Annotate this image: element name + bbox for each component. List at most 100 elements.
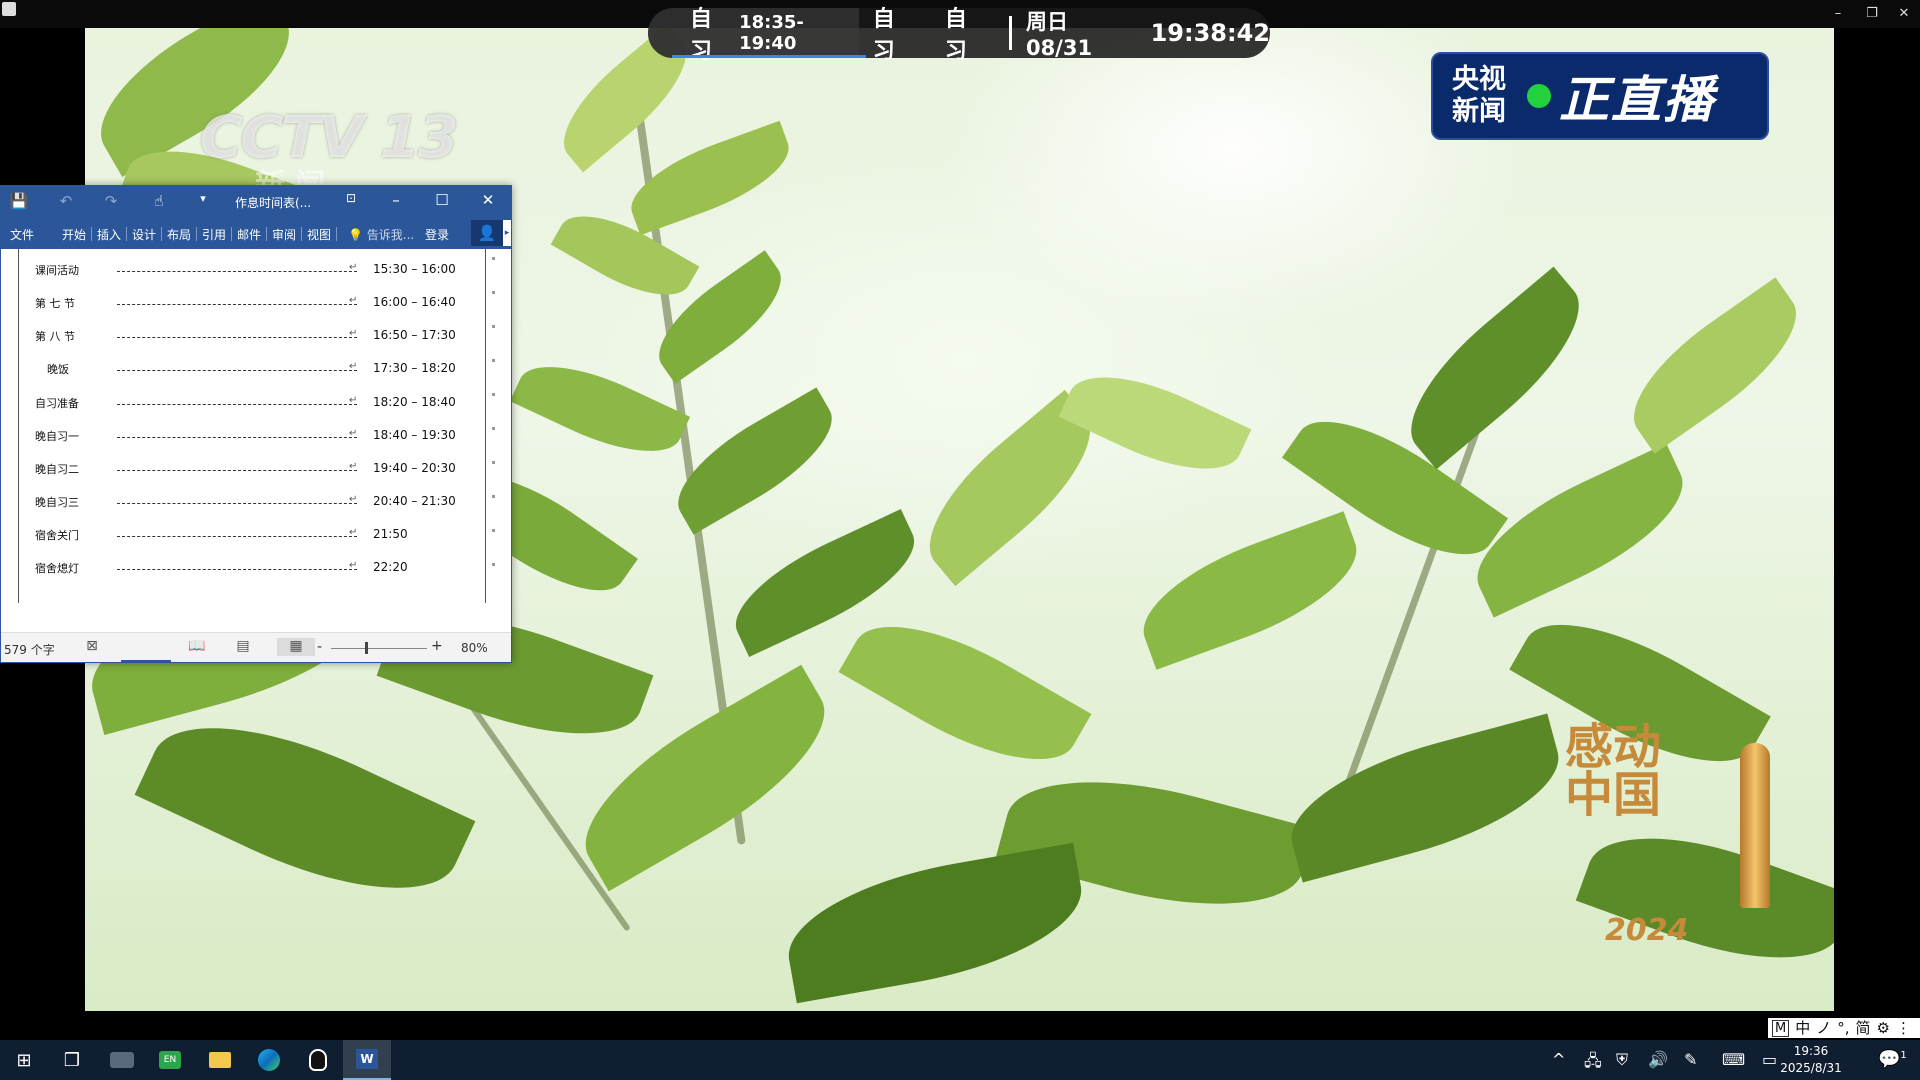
share-user-icon[interactable]: 👤 <box>471 220 503 246</box>
row-leader <box>117 461 357 471</box>
file-explorer-icon[interactable] <box>196 1040 244 1080</box>
volume-icon[interactable]: 🔊 <box>1648 1050 1668 1069</box>
read-mode-icon[interactable]: 📖 <box>186 638 208 656</box>
row-leader <box>117 527 357 537</box>
schedule-row: 宿舍关门 ↵ 21:50 <box>1 525 481 543</box>
row-leader <box>117 395 357 405</box>
zoom-out-button[interactable]: - <box>317 639 322 655</box>
schedule-clock: 19:38:42 <box>1150 19 1270 47</box>
row-time: 16:50 – 17:30 <box>373 328 456 342</box>
row-label: 自习准备 <box>35 397 79 410</box>
save-icon[interactable]: 💾 <box>9 192 29 210</box>
notification-center-icon[interactable]: 💬1 <box>1878 1049 1907 1070</box>
ime-settings-icon[interactable]: ⚙ <box>1877 1018 1890 1038</box>
zoom-slider-thumb[interactable] <box>365 642 368 654</box>
edge-browser-icon[interactable] <box>245 1040 293 1080</box>
restore-icon[interactable]: ❐ <box>1862 4 1882 24</box>
row-leader <box>117 328 357 338</box>
row-time: 18:40 – 19:30 <box>373 428 456 442</box>
schedule-row: 自习准备 ↵ 18:20 – 18:40 <box>1 393 481 411</box>
login-link[interactable]: 登录 <box>425 226 449 243</box>
schedule-row: 宿舍熄灯 ↵ 22:20 <box>1 558 481 576</box>
schedule-next-1: 自习 <box>872 7 895 64</box>
schedule-current: 自习 18:35-19:40 <box>648 7 866 64</box>
row-label: 晚自习三 <box>35 496 79 509</box>
row-leader <box>117 295 357 305</box>
touch-keyboard-icon[interactable]: ⌨ <box>1722 1050 1745 1069</box>
ime-more-icon[interactable]: ⋮ <box>1896 1018 1911 1038</box>
taskbar: ⊞ ❒ EN W ^ 🖧 ⛨ 🔊 ✎ ⌨ ▭ 19:36 2025/8/31 💬… <box>0 1040 1920 1080</box>
tab-review[interactable]: 审阅 <box>272 226 296 243</box>
paragraph-mark-icon: ↵ <box>349 428 358 439</box>
paragraph-mark-icon: ↵ <box>349 262 358 273</box>
ime-moon-icon[interactable]: ノ <box>1816 1018 1831 1038</box>
tray-overflow-icon[interactable]: ^ <box>1552 1050 1565 1069</box>
tab-insert[interactable]: 插入 <box>97 226 121 243</box>
tell-me-search[interactable]: 💡 告诉我... <box>348 226 414 243</box>
live-badge-source: 央视 新闻 <box>1452 64 1506 127</box>
tab-mailings[interactable]: 邮件 <box>237 226 261 243</box>
tab-view[interactable]: 视图 <box>307 226 331 243</box>
document-right-margin <box>485 249 486 603</box>
word-statusbar: 579 个字 ⊠ 📖 ▤ ▦ - + 80% <box>1 632 511 662</box>
taskbar-clock[interactable]: 19:36 2025/8/31 <box>1776 1043 1846 1077</box>
document-area[interactable]: 课间活动 ↵ 15:30 – 16:00 第 七 节 ↵ 16:00 – 16:… <box>1 249 511 615</box>
tab-file[interactable]: 文件 <box>10 226 34 243</box>
zoom-in-button[interactable]: + <box>431 638 443 654</box>
word-maximize-icon[interactable]: ☐ <box>430 191 454 209</box>
cctv-channel-logo: CCTV 13 <box>200 103 458 171</box>
security-shield-icon[interactable]: ⛨ <box>1616 1050 1628 1070</box>
paragraph-mark-icon: ↵ <box>349 361 358 372</box>
print-layout-icon[interactable]: ▤ <box>232 638 254 656</box>
paragraph-mark-icon: ↵ <box>349 395 358 406</box>
app-icon-1[interactable] <box>98 1040 146 1080</box>
minimize-icon[interactable]: – <box>1828 4 1848 24</box>
start-icon[interactable]: ⊞ <box>0 1040 48 1080</box>
task-view-icon[interactable]: ❒ <box>48 1040 96 1080</box>
undo-icon[interactable]: ↶ <box>56 192 76 210</box>
ime-simplified-toggle[interactable]: 简 <box>1856 1018 1871 1038</box>
live-badge-label: 正直播 <box>1559 71 1715 129</box>
zoom-level[interactable]: 80% <box>461 641 488 655</box>
notification-count: 1 <box>1900 1050 1907 1061</box>
qq-icon[interactable] <box>294 1040 342 1080</box>
web-layout-icon[interactable]: ▦ <box>277 638 315 656</box>
pen-icon[interactable]: ✎ <box>1684 1050 1697 1069</box>
ime-punctuation-icon[interactable]: °, <box>1837 1018 1849 1038</box>
schedule-date: 周日 08/31 <box>1025 10 1093 60</box>
row-time: 21:50 <box>373 527 408 541</box>
schedule-row: 晚自习一 ↵ 18:40 – 19:30 <box>1 426 481 444</box>
ribbon-display-icon[interactable]: ⊡ <box>339 191 363 205</box>
zoom-slider[interactable] <box>331 648 427 649</box>
network-icon[interactable]: 🖧 <box>1584 1050 1602 1077</box>
word-close-icon[interactable]: ✕ <box>476 191 500 209</box>
tab-references[interactable]: 引用 <box>202 226 226 243</box>
paragraph-mark-icon: ↵ <box>349 527 358 538</box>
row-leader <box>117 262 357 272</box>
proofing-icon[interactable]: ⊠ <box>81 638 103 656</box>
app-icon-en[interactable]: EN <box>146 1040 194 1080</box>
paragraph-mark-icon: ↵ <box>349 560 358 571</box>
word-taskbar-icon[interactable]: W <box>343 1040 391 1080</box>
ime-mode-icon[interactable]: M <box>1772 1019 1790 1037</box>
tab-design[interactable]: 设计 <box>132 226 156 243</box>
schedule-row: 晚自习二 ↵ 19:40 – 20:30 <box>1 459 481 477</box>
word-count[interactable]: 579 个字 <box>4 641 55 658</box>
customize-toolbar-icon[interactable]: ▾ <box>193 192 213 205</box>
ime-chinese-toggle[interactable]: 中 <box>1795 1018 1810 1038</box>
row-leader <box>117 428 357 438</box>
taskbar-date: 2025/8/31 <box>1780 1061 1842 1075</box>
word-window[interactable]: 💾 ↶ ↷ ☝ ▾ 作息时间表(... ⊡ – ☐ ✕ 文件 开始 插入 设计 … <box>0 185 512 663</box>
tab-home[interactable]: 开始 <box>62 226 86 243</box>
word-titlebar[interactable]: 💾 ↶ ↷ ☝ ▾ 作息时间表(... ⊡ – ☐ ✕ <box>1 186 511 217</box>
row-leader <box>117 560 357 570</box>
word-minimize-icon[interactable]: – <box>384 191 408 209</box>
tab-layout[interactable]: 布局 <box>167 226 191 243</box>
ribbon-overflow-icon[interactable]: ▸ <box>503 220 511 246</box>
close-icon[interactable]: ✕ <box>1894 4 1914 24</box>
word-ribbon-tabs: 文件 开始 插入 设计 布局 引用 邮件 审阅 视图 💡 告诉我... 登录 👤… <box>1 217 511 249</box>
row-time: 18:20 – 18:40 <box>373 395 456 409</box>
tablet-mode-icon[interactable]: ▭ <box>1762 1050 1777 1069</box>
redo-icon[interactable]: ↷ <box>101 192 121 210</box>
touch-mode-icon[interactable]: ☝ <box>149 192 169 210</box>
